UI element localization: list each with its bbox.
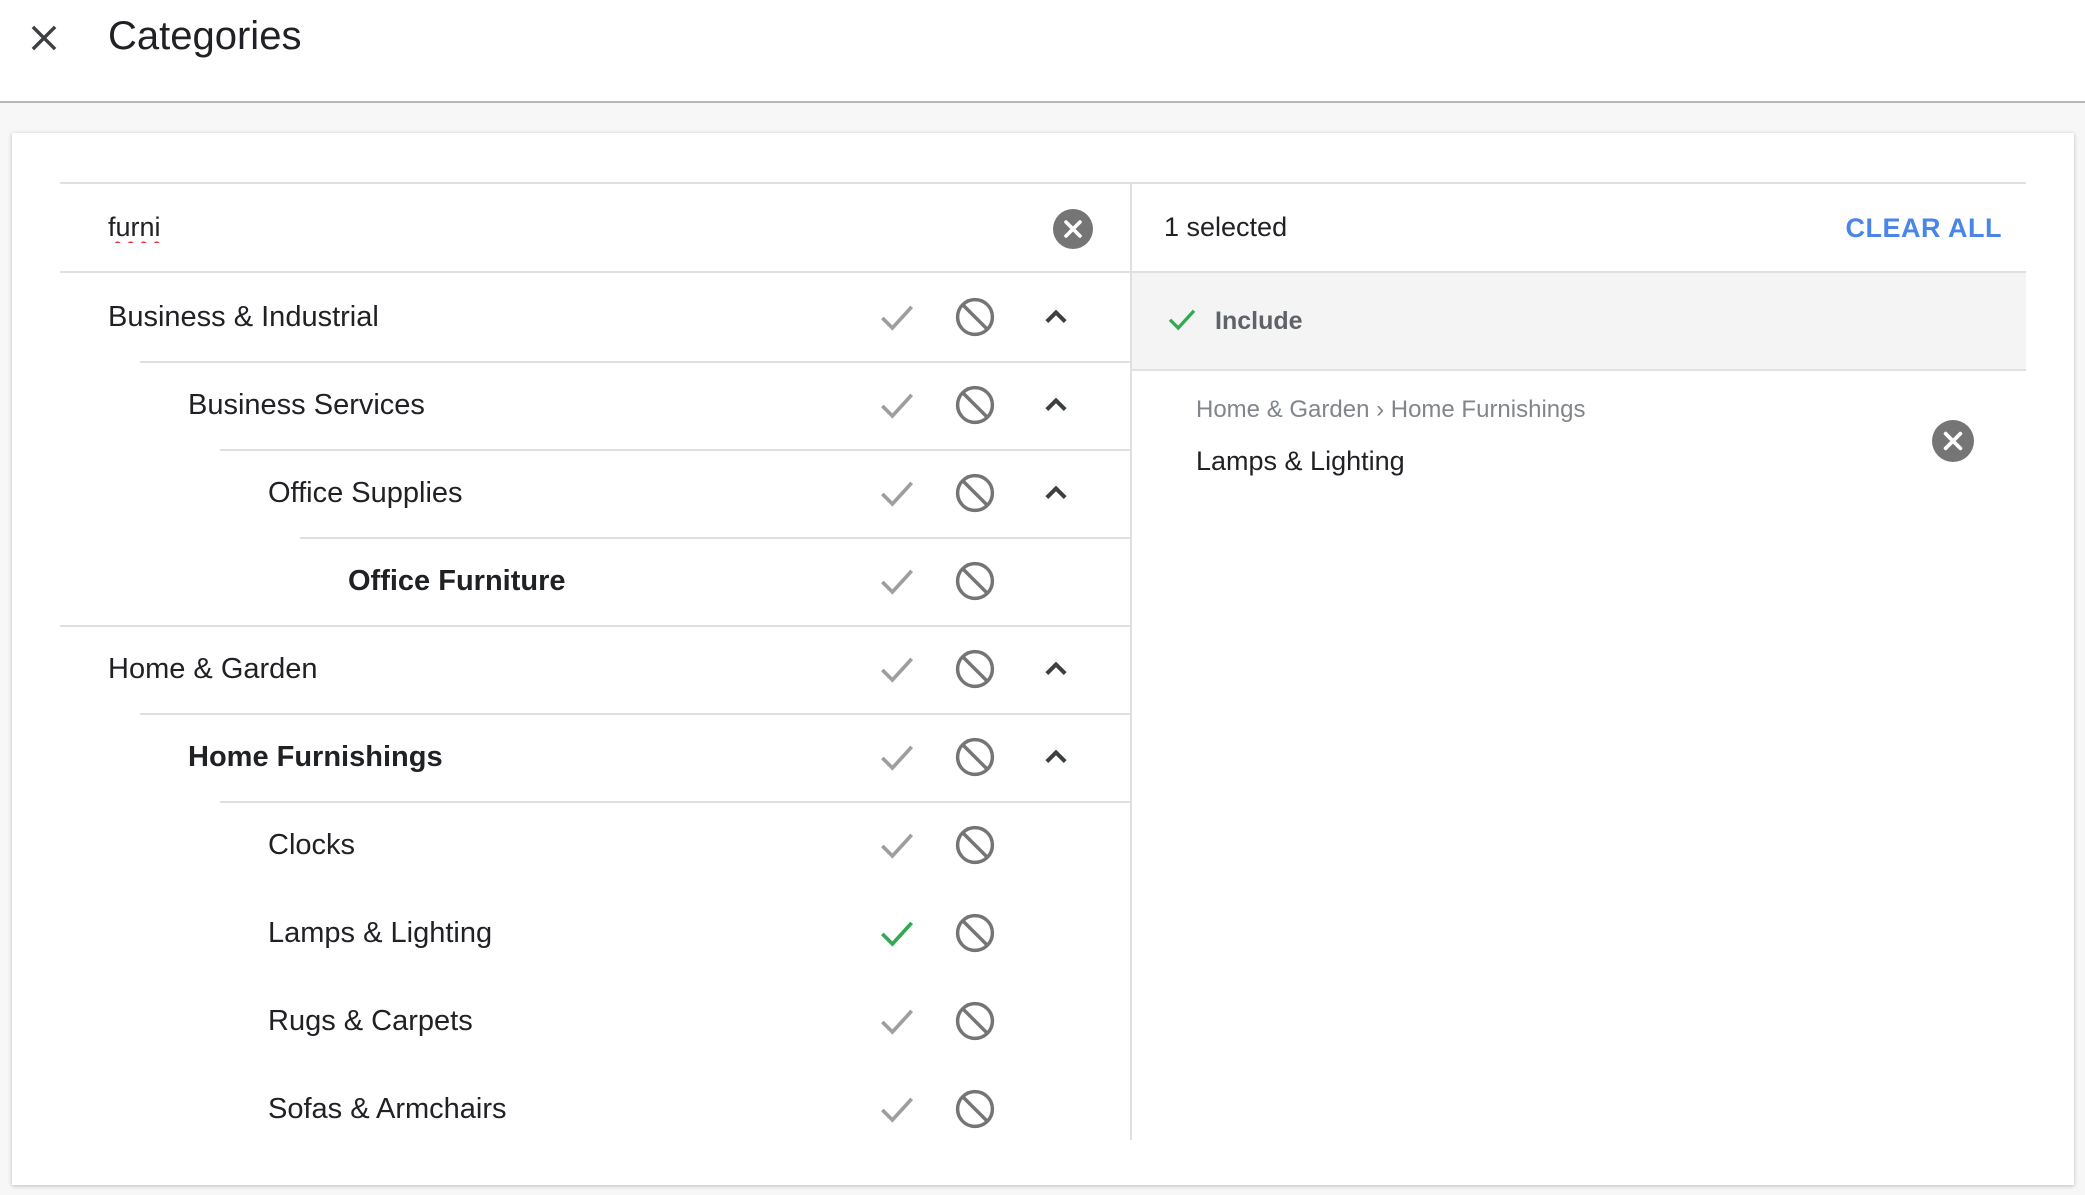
category-label: Business & Industrial	[108, 301, 379, 333]
category-tree-panel: Business & Industrial Business Services Of…	[60, 182, 1132, 1140]
include-label: Include	[1215, 307, 1303, 335]
category-label: Rugs & Carpets	[268, 1005, 473, 1037]
include-check-icon[interactable]	[875, 1087, 919, 1131]
category-label: Home Furnishings	[188, 741, 443, 773]
category-row[interactable]: Sofas & Armchairs	[60, 1065, 1130, 1140]
category-label: Sofas & Armchairs	[268, 1093, 507, 1125]
category-row[interactable]: Home Furnishings	[60, 713, 1130, 801]
exclude-block-icon[interactable]	[953, 1087, 997, 1131]
close-icon	[31, 25, 57, 51]
category-row[interactable]: Clocks	[60, 801, 1130, 889]
clear-all-button[interactable]: CLEAR ALL	[1846, 184, 2002, 273]
include-check-icon[interactable]	[875, 999, 919, 1043]
top-app-bar: Categories	[0, 0, 2085, 103]
exclude-block-icon[interactable]	[953, 471, 997, 515]
include-check-icon[interactable]	[875, 647, 919, 691]
exclude-block-icon[interactable]	[953, 999, 997, 1043]
cancel-circle-icon[interactable]	[1053, 209, 1093, 249]
category-label: Business Services	[188, 389, 425, 421]
search-row	[60, 184, 1130, 273]
include-group-header: Include	[1132, 273, 2026, 371]
selected-header: 1 selected CLEAR ALL	[1132, 184, 2026, 273]
category-row[interactable]: Home & Garden	[60, 625, 1130, 713]
chevron-up-icon[interactable]	[1034, 647, 1078, 691]
chevron-up-icon[interactable]	[1034, 383, 1078, 427]
selected-count: 1 selected	[1164, 212, 1288, 242]
exclude-block-icon[interactable]	[953, 559, 997, 603]
exclude-block-icon[interactable]	[953, 383, 997, 427]
category-label: Home & Garden	[108, 653, 318, 685]
include-check-icon[interactable]	[875, 471, 919, 515]
exclude-block-icon[interactable]	[953, 823, 997, 867]
category-row[interactable]: Business Services	[60, 361, 1130, 449]
exclude-block-icon[interactable]	[953, 911, 997, 955]
exclude-block-icon[interactable]	[953, 647, 997, 691]
category-label: Office Supplies	[268, 477, 463, 509]
category-row[interactable]: Lamps & Lighting	[60, 889, 1130, 977]
include-check-icon[interactable]	[875, 911, 919, 955]
selected-panel: 1 selected CLEAR ALL Include Home & Gard…	[1132, 182, 2026, 1140]
category-row[interactable]: Office Supplies	[60, 449, 1130, 537]
row-divider	[220, 801, 1130, 803]
category-row[interactable]: Office Furniture	[60, 537, 1130, 625]
selected-item-name: Lamps & Lighting	[1196, 446, 1405, 476]
exclude-block-icon[interactable]	[953, 295, 997, 339]
include-check-icon[interactable]	[875, 295, 919, 339]
remove-item-icon[interactable]	[1932, 420, 1974, 462]
selected-item-path: Home & Garden › Home Furnishings	[1196, 396, 1586, 423]
chevron-up-icon[interactable]	[1034, 735, 1078, 779]
category-row[interactable]: Business & Industrial	[60, 273, 1130, 361]
include-check-icon[interactable]	[875, 823, 919, 867]
category-label: Office Furniture	[348, 565, 566, 597]
include-check-icon[interactable]	[875, 383, 919, 427]
category-label: Clocks	[268, 829, 356, 861]
check-icon	[1168, 309, 1196, 331]
chevron-up-icon[interactable]	[1034, 295, 1078, 339]
include-check-icon[interactable]	[875, 735, 919, 779]
category-label: Lamps & Lighting	[268, 917, 493, 949]
chevron-up-icon[interactable]	[1034, 471, 1078, 515]
include-check-icon[interactable]	[875, 559, 919, 603]
search-input[interactable]	[108, 204, 1008, 250]
close-button[interactable]	[20, 14, 68, 62]
exclude-block-icon[interactable]	[953, 735, 997, 779]
page-title: Categories	[108, 14, 302, 58]
category-row[interactable]: Rugs & Carpets	[60, 977, 1130, 1065]
